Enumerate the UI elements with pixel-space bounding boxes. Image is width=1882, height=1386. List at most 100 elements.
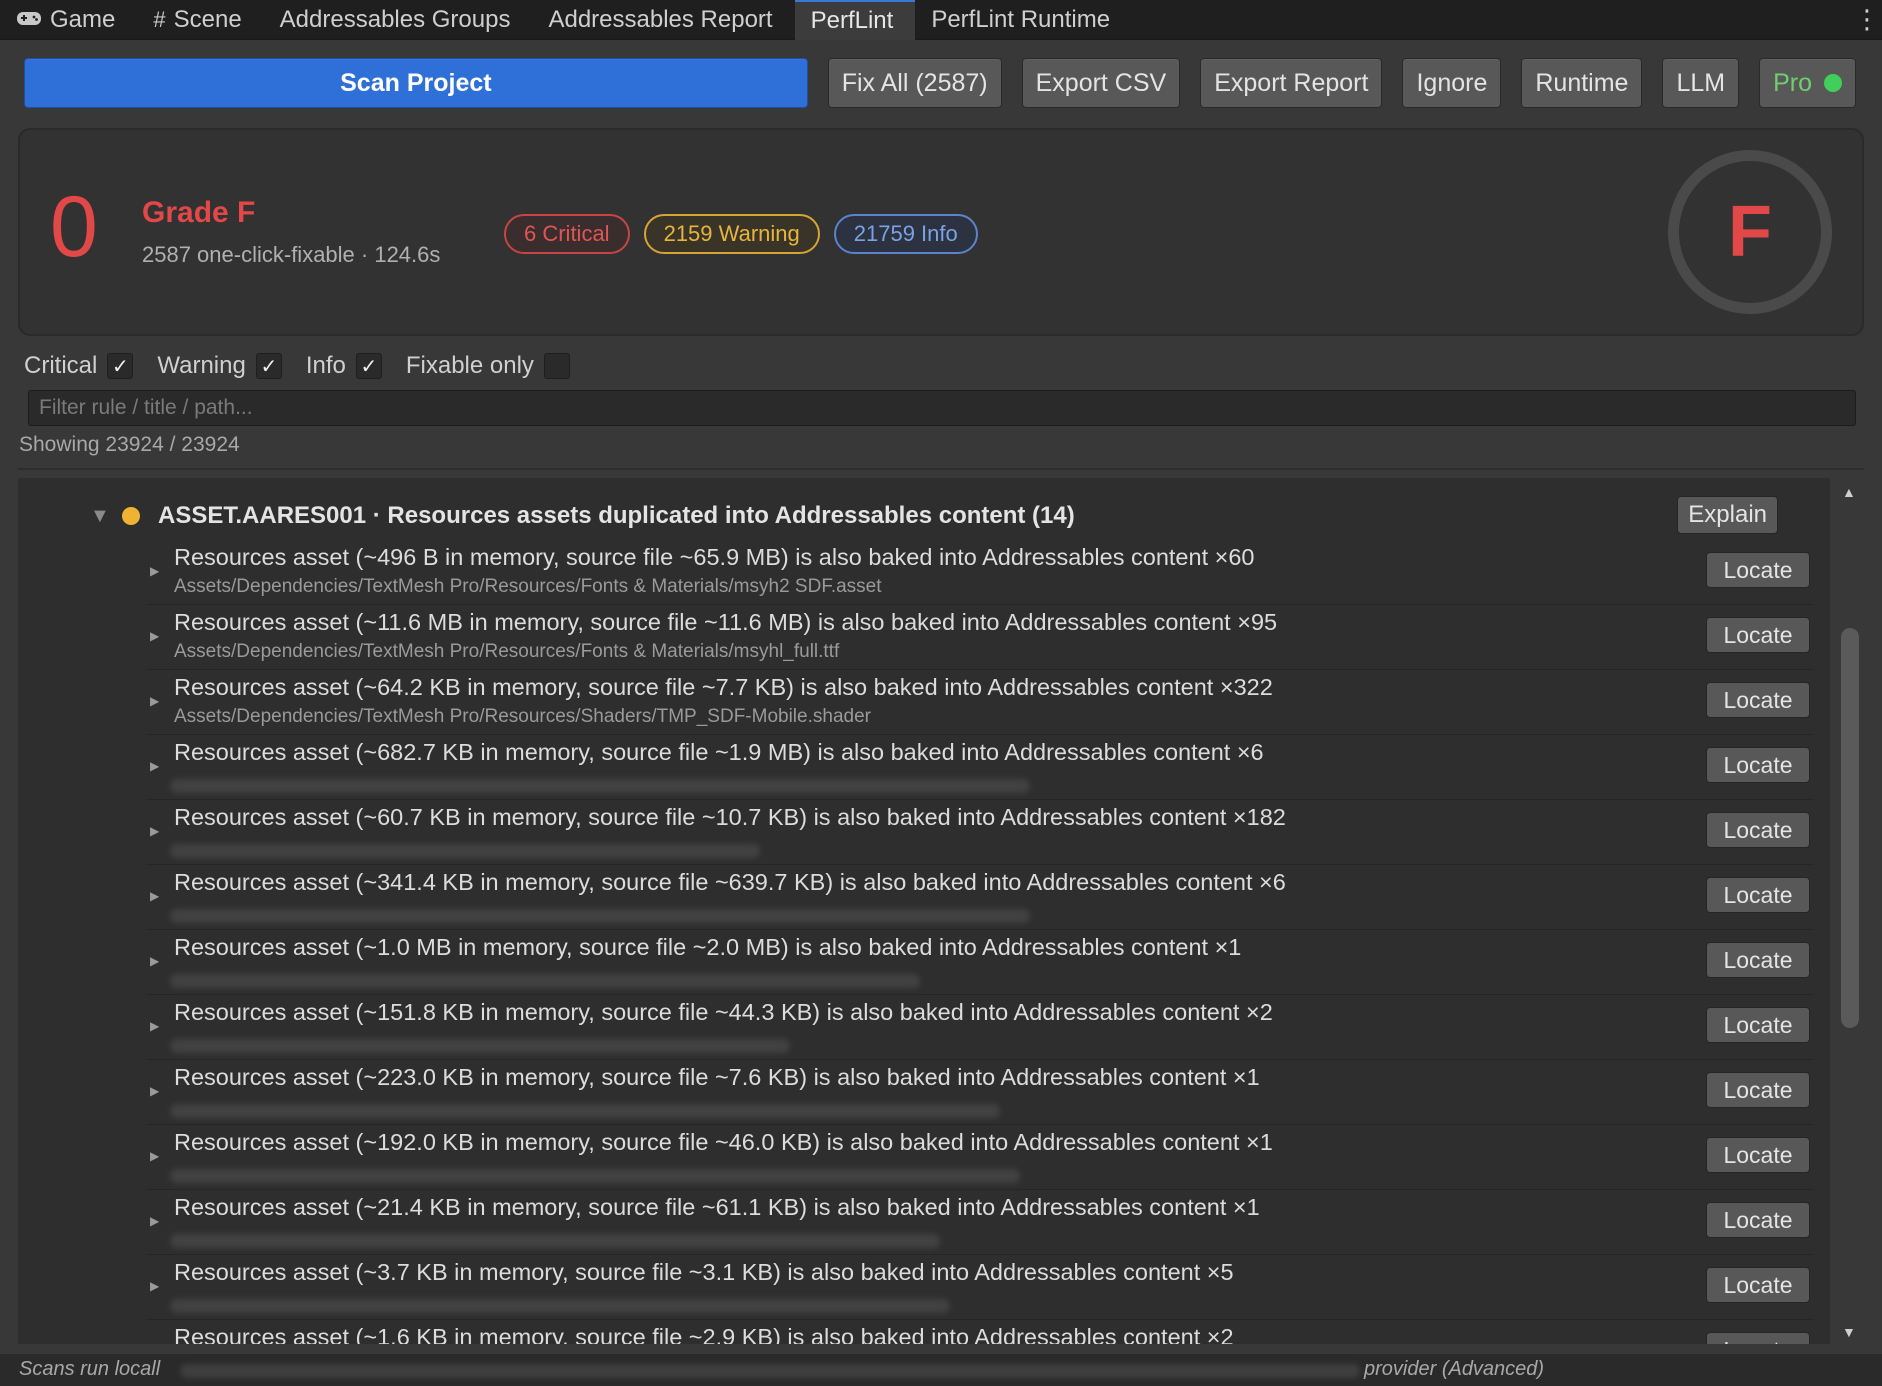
- more-options-icon[interactable]: ⋮: [1852, 0, 1882, 39]
- locate-button[interactable]: Locate: [1706, 1332, 1810, 1344]
- list-item[interactable]: ▶ Resources asset (~21.4 KB in memory, so…: [146, 1190, 1814, 1255]
- item-path-redacted: [170, 1169, 1020, 1183]
- gamepad-icon: [16, 7, 42, 33]
- warning-filter[interactable]: Warning ✓: [157, 352, 282, 380]
- locate-button[interactable]: Locate: [1706, 1137, 1810, 1173]
- warning-checkbox[interactable]: ✓: [255, 353, 282, 379]
- expand-row-icon[interactable]: ▶: [150, 1149, 159, 1163]
- locate-button[interactable]: Locate: [1706, 1007, 1810, 1043]
- runtime-button[interactable]: Runtime: [1521, 58, 1643, 108]
- grade-ring: F: [1668, 150, 1832, 314]
- ignore-button[interactable]: Ignore: [1402, 58, 1502, 108]
- expand-row-icon[interactable]: ▶: [150, 1214, 159, 1228]
- list-item[interactable]: ▶ Resources asset (~682.7 KB in memory, s…: [146, 735, 1814, 800]
- info-filter[interactable]: Info ✓: [306, 352, 382, 380]
- expand-row-icon[interactable]: ▶: [150, 1019, 159, 1033]
- expand-row-icon[interactable]: ▶: [150, 694, 159, 708]
- severity-badges: 6 Critical 2159 Warning 21759 Info: [504, 214, 978, 254]
- item-title: Resources asset (~341.4 KB in memory, so…: [174, 869, 1286, 895]
- expand-row-icon[interactable]: ▶: [150, 564, 159, 578]
- list-item[interactable]: ▶ Resources asset (~192.0 KB in memory, s…: [146, 1125, 1814, 1190]
- footer-right-text: provider (Advanced): [1364, 1358, 1545, 1380]
- fixable-checkbox[interactable]: [543, 353, 570, 379]
- tab-addressables-report[interactable]: Addressables Report: [532, 0, 794, 40]
- filter-search-input[interactable]: [28, 390, 1856, 426]
- locate-button[interactable]: Locate: [1706, 1267, 1810, 1303]
- expand-row-icon[interactable]: ▶: [150, 1279, 159, 1293]
- tab-game[interactable]: Game: [0, 0, 137, 40]
- llm-button[interactable]: LLM: [1662, 58, 1740, 108]
- summary-panel: 0 Grade F 2587 one-click-fixable · 124.6…: [18, 128, 1864, 336]
- scroll-up-icon[interactable]: ▲: [1842, 484, 1856, 500]
- item-title: Resources asset (~3.7 KB in memory, sour…: [174, 1259, 1234, 1285]
- list-item[interactable]: ▶ Resources asset (~11.6 MB in memory, so…: [146, 605, 1814, 670]
- item-path-redacted: [170, 1104, 1000, 1118]
- expand-row-icon[interactable]: ▶: [150, 824, 159, 838]
- expand-row-icon[interactable]: ▶: [150, 759, 159, 773]
- tab-scene[interactable]: # Scene: [137, 0, 263, 40]
- item-path-redacted: [170, 1234, 940, 1248]
- info-badge: 21759 Info: [833, 214, 978, 254]
- list-item[interactable]: ▶ Resources asset (~60.7 KB in memory, so…: [146, 800, 1814, 865]
- tab-perflint-runtime[interactable]: PerfLint Runtime: [915, 0, 1132, 40]
- locate-button[interactable]: Locate: [1706, 1202, 1810, 1238]
- locate-button[interactable]: Locate: [1706, 617, 1810, 653]
- toolbar: Scan Project Fix All (2587) Export CSV E…: [24, 58, 1856, 108]
- expand-triangle-icon[interactable]: ▼: [90, 505, 122, 528]
- item-title: Resources asset (~11.6 MB in memory, sou…: [174, 609, 1278, 635]
- list-item[interactable]: ▶Resources asset (~1.6 KB in memory, sou…: [146, 1320, 1814, 1344]
- divider: [18, 468, 1864, 470]
- list-scrollbar[interactable]: ▲ ▼: [1836, 478, 1864, 1344]
- critical-checkbox[interactable]: ✓: [107, 353, 134, 379]
- critical-filter-label: Critical: [24, 352, 98, 379]
- locate-button[interactable]: Locate: [1706, 942, 1810, 978]
- scroll-down-icon[interactable]: ▼: [1842, 1324, 1856, 1340]
- tab-perflint-label: PerfLint: [810, 7, 894, 34]
- results-list[interactable]: ▼ ASSET.AARES001 · Resources assets dupl…: [18, 478, 1830, 1344]
- tab-addressables-groups[interactable]: Addressables Groups: [264, 0, 533, 40]
- list-item[interactable]: ▶ Resources asset (~3.7 KB in memory, sou…: [146, 1255, 1814, 1320]
- expand-row-icon[interactable]: ▶: [150, 954, 159, 968]
- grade-label: Grade F: [142, 196, 256, 229]
- warning-severity-dot-icon: [122, 507, 140, 525]
- locate-button[interactable]: Locate: [1706, 812, 1810, 848]
- expand-row-icon[interactable]: ▶: [150, 629, 159, 643]
- fixable-filter[interactable]: Fixable only: [406, 352, 570, 380]
- explain-button[interactable]: Explain: [1677, 496, 1778, 534]
- footer-left-text: Scans run locall: [19, 1358, 161, 1380]
- tab-perflint[interactable]: PerfLint: [794, 0, 916, 40]
- item-path-redacted: [170, 909, 1030, 923]
- fix-all-button[interactable]: Fix All (2587): [827, 58, 1002, 108]
- pro-label: Pro: [1773, 68, 1812, 97]
- item-path: Assets/Dependencies/TextMesh Pro/Resourc…: [174, 641, 840, 662]
- list-item[interactable]: ▶ Resources asset (~151.8 KB in memory, s…: [146, 995, 1814, 1060]
- locate-button[interactable]: Locate: [1706, 747, 1810, 783]
- rule-group-header[interactable]: ▼ ASSET.AARES001 · Resources assets dupl…: [90, 496, 1810, 536]
- list-item[interactable]: ▶ Resources asset (~1.0 MB in memory, sou…: [146, 930, 1814, 995]
- locate-button[interactable]: Locate: [1706, 877, 1810, 913]
- export-report-button[interactable]: Export Report: [1200, 58, 1383, 108]
- scan-project-button[interactable]: Scan Project: [24, 58, 808, 108]
- item-title: Resources asset (~192.0 KB in memory, so…: [174, 1129, 1273, 1155]
- pro-button[interactable]: Pro: [1759, 58, 1856, 108]
- critical-filter[interactable]: Critical ✓: [24, 352, 134, 380]
- expand-row-icon[interactable]: ▶: [150, 1084, 159, 1098]
- list-item[interactable]: ▶ Resources asset (~223.0 KB in memory, s…: [146, 1060, 1814, 1125]
- export-csv-button[interactable]: Export CSV: [1021, 58, 1181, 108]
- info-checkbox[interactable]: ✓: [355, 353, 382, 379]
- item-path: Assets/Dependencies/TextMesh Pro/Resourc…: [174, 576, 882, 597]
- expand-row-icon[interactable]: ▶: [150, 889, 159, 903]
- list-item[interactable]: ▶ Resources asset (~496 B in memory, sour…: [146, 540, 1814, 605]
- scroll-thumb[interactable]: [1841, 628, 1859, 1028]
- tab-scene-label: Scene: [173, 6, 242, 33]
- locate-button[interactable]: Locate: [1706, 682, 1810, 718]
- item-title: Resources asset (~151.8 KB in memory, so…: [174, 999, 1273, 1025]
- list-item[interactable]: ▶ Resources asset (~64.2 KB in memory, so…: [146, 670, 1814, 735]
- list-item[interactable]: ▶ Resources asset (~341.4 KB in memory, s…: [146, 865, 1814, 930]
- locate-button[interactable]: Locate: [1706, 1072, 1810, 1108]
- editor-tab-bar: Game # Scene Addressables Groups Address…: [0, 0, 1882, 40]
- item-title: Resources asset (~1.0 MB in memory, sour…: [174, 934, 1242, 960]
- item-path-redacted: [170, 844, 760, 858]
- locate-button[interactable]: Locate: [1706, 552, 1810, 588]
- tab-perflint-runtime-label: PerfLint Runtime: [931, 6, 1111, 33]
